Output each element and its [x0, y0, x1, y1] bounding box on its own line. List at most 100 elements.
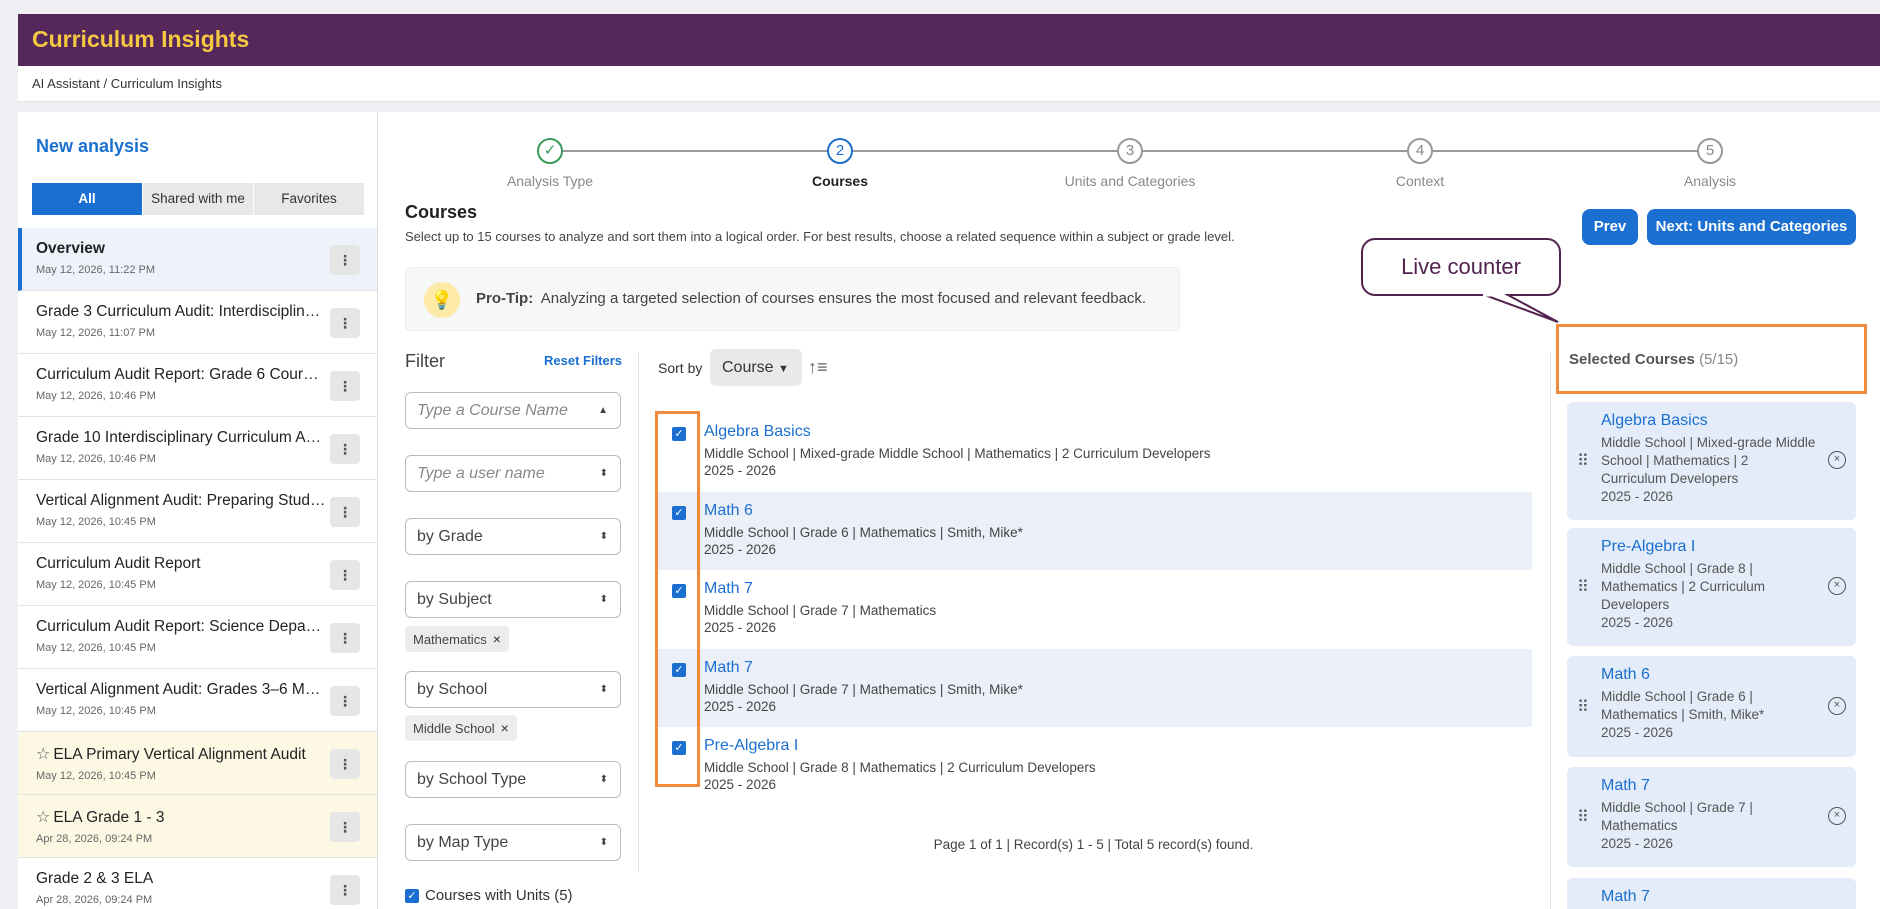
item-date: Apr 28, 2026, 09:24 PM	[36, 894, 153, 906]
list-item[interactable]: Curriculum Audit Report May 12, 2026, 10…	[18, 543, 377, 606]
course-name-link[interactable]: Math 7	[704, 580, 1532, 598]
item-date: May 12, 2026, 10:46 PM	[36, 453, 156, 465]
course-meta: Middle School | Grade 7 | Mathematics | …	[704, 681, 1023, 697]
subject-chip: Mathematics ×	[405, 626, 509, 652]
drag-handle-icon[interactable]: ⠿	[1577, 807, 1589, 827]
tab-all[interactable]: All	[32, 183, 143, 215]
selected-course-card[interactable]: Math 7	[1567, 878, 1856, 909]
sort-by-label: Sort by	[658, 360, 703, 376]
more-options-icon[interactable]: ⋮	[330, 812, 360, 842]
step-analysis[interactable]: 5 Analysis	[1625, 138, 1795, 189]
more-options-icon[interactable]: ⋮	[330, 434, 360, 464]
selected-course-card[interactable]: ⠿ Pre-Algebra I Middle School | Grade 8 …	[1567, 528, 1856, 646]
school-type-select[interactable]: by School Type ⬍	[405, 761, 621, 798]
grade-select[interactable]: by Grade ⬍	[405, 518, 621, 555]
step-context[interactable]: 4 Context	[1335, 138, 1505, 189]
list-item[interactable]: Vertical Alignment Audit: Grades 3–6 Mat…	[18, 669, 377, 732]
item-name: Grade 3 Curriculum Audit: Interdisciplin…	[36, 303, 326, 320]
courses-with-units-checkbox[interactable]: ✓ Courses with Units (5)	[405, 887, 573, 904]
divider	[638, 352, 639, 872]
list-item[interactable]: Vertical Alignment Audit: Preparing Stud…	[18, 480, 377, 543]
course-name-link[interactable]: Math 7	[704, 659, 1532, 677]
selected-course-name[interactable]: Math 7	[1601, 777, 1816, 795]
selected-course-meta: Middle School | Grade 6 | Mathematics | …	[1601, 689, 1765, 722]
app-header: Curriculum Insights	[18, 14, 1880, 66]
star-icon[interactable]: ☆	[36, 809, 50, 826]
star-icon[interactable]: ☆	[36, 746, 50, 763]
live-counter-callout: Live counter	[1361, 238, 1561, 296]
list-item[interactable]: ☆ ELA Grade 1 - 3 Apr 28, 2026, 09:24 PM …	[18, 795, 377, 858]
wizard-stepper: ✓ Analysis Type 2 Courses 3 Units and Ca…	[378, 112, 1880, 202]
list-item[interactable]: ☆ ELA Primary Vertical Alignment Audit Ma…	[18, 732, 377, 795]
drag-handle-icon[interactable]: ⠿	[1577, 451, 1589, 471]
school-select[interactable]: by School ⬍	[405, 671, 621, 708]
step-units-and-categories[interactable]: 3 Units and Categories	[1045, 138, 1215, 189]
remove-chip-icon[interactable]: ×	[493, 631, 501, 647]
more-options-icon[interactable]: ⋮	[330, 245, 360, 275]
checkbox-label: Courses with Units (5)	[425, 887, 573, 904]
selected-course-name[interactable]: Pre-Algebra I	[1601, 538, 1816, 556]
table-row[interactable]: ✓ Pre-Algebra I Middle School | Grade 8 …	[655, 727, 1532, 806]
subject-select[interactable]: by Subject ⬍	[405, 581, 621, 618]
course-name-input[interactable]: Type a Course Name ▲	[405, 392, 621, 429]
next-button[interactable]: Next: Units and Categories	[1647, 209, 1856, 245]
list-item[interactable]: Curriculum Audit Report: Grade 6 Course …	[18, 354, 377, 417]
list-item[interactable]: Curriculum Audit Report: Science Departm…	[18, 606, 377, 669]
list-item[interactable]: Grade 3 Curriculum Audit: Interdisciplin…	[18, 291, 377, 354]
remove-course-icon[interactable]: ×	[1828, 696, 1846, 715]
selected-course-card[interactable]: ⠿ Algebra Basics Middle School | Mixed-g…	[1567, 402, 1856, 520]
pro-tip-body: Analyzing a targeted selection of course…	[540, 290, 1147, 307]
drag-handle-icon[interactable]: ⠿	[1577, 577, 1589, 597]
step-courses[interactable]: 2 Courses	[755, 138, 925, 189]
item-date: May 12, 2026, 10:46 PM	[36, 390, 156, 402]
step-label: Analysis Type	[506, 173, 594, 189]
more-options-icon[interactable]: ⋮	[330, 560, 360, 590]
list-item[interactable]: Overview May 12, 2026, 11:22 PM ⋮	[18, 228, 377, 291]
table-row[interactable]: ✓ Math 7 Middle School | Grade 7 | Mathe…	[655, 570, 1532, 649]
user-name-input[interactable]: Type a user name ⬍	[405, 455, 621, 492]
drag-handle-icon[interactable]: ⠿	[1577, 697, 1589, 717]
sort-select[interactable]: Course ▼	[710, 349, 802, 386]
sort-direction-icon[interactable]: ↑≡	[808, 357, 828, 378]
reset-filters-link[interactable]: Reset Filters	[544, 353, 622, 368]
table-row[interactable]: ✓ Algebra Basics Middle School | Mixed-g…	[655, 413, 1532, 492]
course-name-link[interactable]: Math 6	[704, 502, 1532, 520]
course-name-link[interactable]: Algebra Basics	[704, 423, 1532, 441]
table-row[interactable]: ✓ Math 7 Middle School | Grade 7 | Mathe…	[655, 648, 1532, 727]
tab-shared-with-me[interactable]: Shared with me	[143, 183, 254, 215]
more-options-icon[interactable]: ⋮	[330, 308, 360, 338]
course-years: 2025 - 2026	[704, 463, 777, 478]
remove-course-icon[interactable]: ×	[1828, 451, 1846, 469]
selected-course-name[interactable]: Math 6	[1601, 666, 1816, 684]
selected-count: (5/15)	[1699, 351, 1739, 368]
school-chip: Middle School ×	[405, 715, 517, 741]
more-options-icon[interactable]: ⋮	[330, 686, 360, 716]
more-options-icon[interactable]: ⋮	[330, 623, 360, 653]
step-analysis-type[interactable]: ✓ Analysis Type	[465, 138, 635, 189]
more-options-icon[interactable]: ⋮	[330, 875, 360, 905]
table-row[interactable]: ✓ Math 6 Middle School | Grade 6 | Mathe…	[655, 491, 1532, 570]
sort-arrows-icon: ⬍	[599, 774, 608, 785]
selected-course-card[interactable]: ⠿ Math 7 Middle School | Grade 7 | Mathe…	[1567, 767, 1856, 867]
list-item[interactable]: Grade 10 Interdisciplinary Curriculum Au…	[18, 417, 377, 480]
item-date: May 12, 2026, 10:45 PM	[36, 770, 156, 782]
selected-course-name[interactable]: Algebra Basics	[1601, 412, 1816, 430]
prev-button[interactable]: Prev	[1582, 209, 1638, 245]
tab-favorites[interactable]: Favorites	[254, 183, 365, 215]
remove-course-icon[interactable]: ×	[1828, 807, 1846, 825]
sort-arrows-icon: ▲	[598, 405, 608, 416]
course-name-link[interactable]: Pre-Algebra I	[704, 737, 1532, 755]
selected-course-card[interactable]: ⠿ Math 6 Middle School | Grade 6 | Mathe…	[1567, 656, 1856, 757]
map-type-select[interactable]: by Map Type ⬍	[405, 824, 621, 861]
step-number: 4	[1407, 138, 1433, 164]
more-options-icon[interactable]: ⋮	[330, 497, 360, 527]
remove-course-icon[interactable]: ×	[1828, 577, 1846, 595]
more-options-icon[interactable]: ⋮	[330, 371, 360, 401]
pro-tip-text: Pro-Tip: Analyzing a targeted selection …	[476, 290, 1146, 307]
remove-chip-icon[interactable]: ×	[501, 720, 509, 736]
more-options-icon[interactable]: ⋮	[330, 749, 360, 779]
list-item[interactable]: Grade 2 & 3 ELA Apr 28, 2026, 09:24 PM ⋮	[18, 858, 377, 909]
checkbox-checked-icon[interactable]: ✓	[405, 889, 419, 904]
selected-course-name[interactable]: Math 7	[1601, 888, 1816, 906]
new-analysis-link[interactable]: New analysis	[36, 136, 149, 157]
